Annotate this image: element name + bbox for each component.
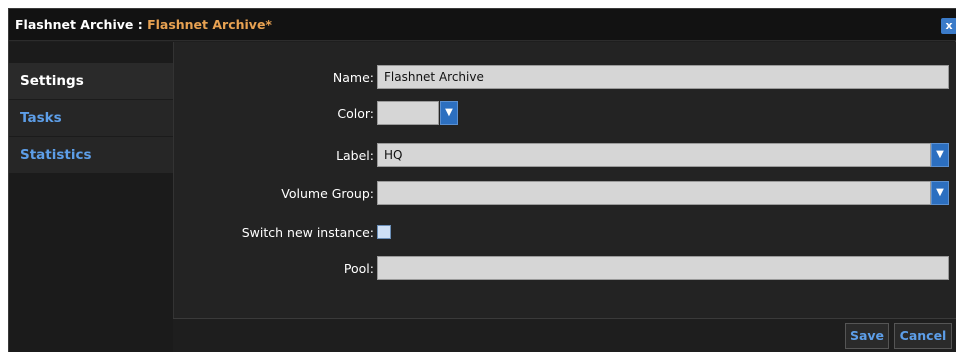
volume-group-select[interactable] xyxy=(377,181,931,205)
save-button[interactable]: Save xyxy=(845,323,889,349)
window-title: Flashnet Archive : Flashnet Archive* xyxy=(15,17,272,32)
pool-label: Pool: xyxy=(343,261,374,276)
dialog-footer: Save Cancel xyxy=(173,318,956,352)
chevron-down-icon: ▼ xyxy=(936,187,944,198)
label-dropdown-button[interactable]: ▼ xyxy=(931,143,949,167)
sidebar-item-statistics[interactable]: Statistics xyxy=(9,137,173,173)
name-label: Name: xyxy=(332,70,374,85)
title-prefix: Flashnet Archive : xyxy=(15,17,148,32)
pool-field[interactable] xyxy=(377,256,949,280)
switch-new-instance-checkbox[interactable] xyxy=(377,225,391,239)
cancel-button[interactable]: Cancel xyxy=(894,323,952,349)
close-icon: x xyxy=(945,19,953,32)
color-select[interactable] xyxy=(377,101,439,125)
sidebar-item-tasks[interactable]: Tasks xyxy=(9,100,173,136)
switch-new-instance-label: Switch new instance: xyxy=(241,225,374,240)
close-button[interactable]: x xyxy=(941,18,956,34)
sidebar-item-settings[interactable]: Settings xyxy=(9,63,173,99)
dialog-window: Flashnet Archive : Flashnet Archive* x S… xyxy=(8,8,956,352)
name-field[interactable]: Flashnet Archive xyxy=(377,65,949,89)
sidebar: Settings Tasks Statistics xyxy=(9,42,173,352)
settings-panel: Name: Flashnet Archive Color: ▼ Label: H… xyxy=(173,42,956,318)
chevron-down-icon: ▼ xyxy=(445,107,453,118)
color-dropdown-button[interactable]: ▼ xyxy=(440,101,458,125)
volume-group-label: Volume Group: xyxy=(281,186,374,201)
title-bar: Flashnet Archive : Flashnet Archive* x xyxy=(9,9,956,41)
title-name: Flashnet Archive* xyxy=(147,17,272,32)
chevron-down-icon: ▼ xyxy=(936,149,944,160)
label-select[interactable]: HQ xyxy=(377,143,931,167)
label-label: Label: xyxy=(336,148,374,163)
volume-group-dropdown-button[interactable]: ▼ xyxy=(931,181,949,205)
color-label: Color: xyxy=(337,106,374,121)
